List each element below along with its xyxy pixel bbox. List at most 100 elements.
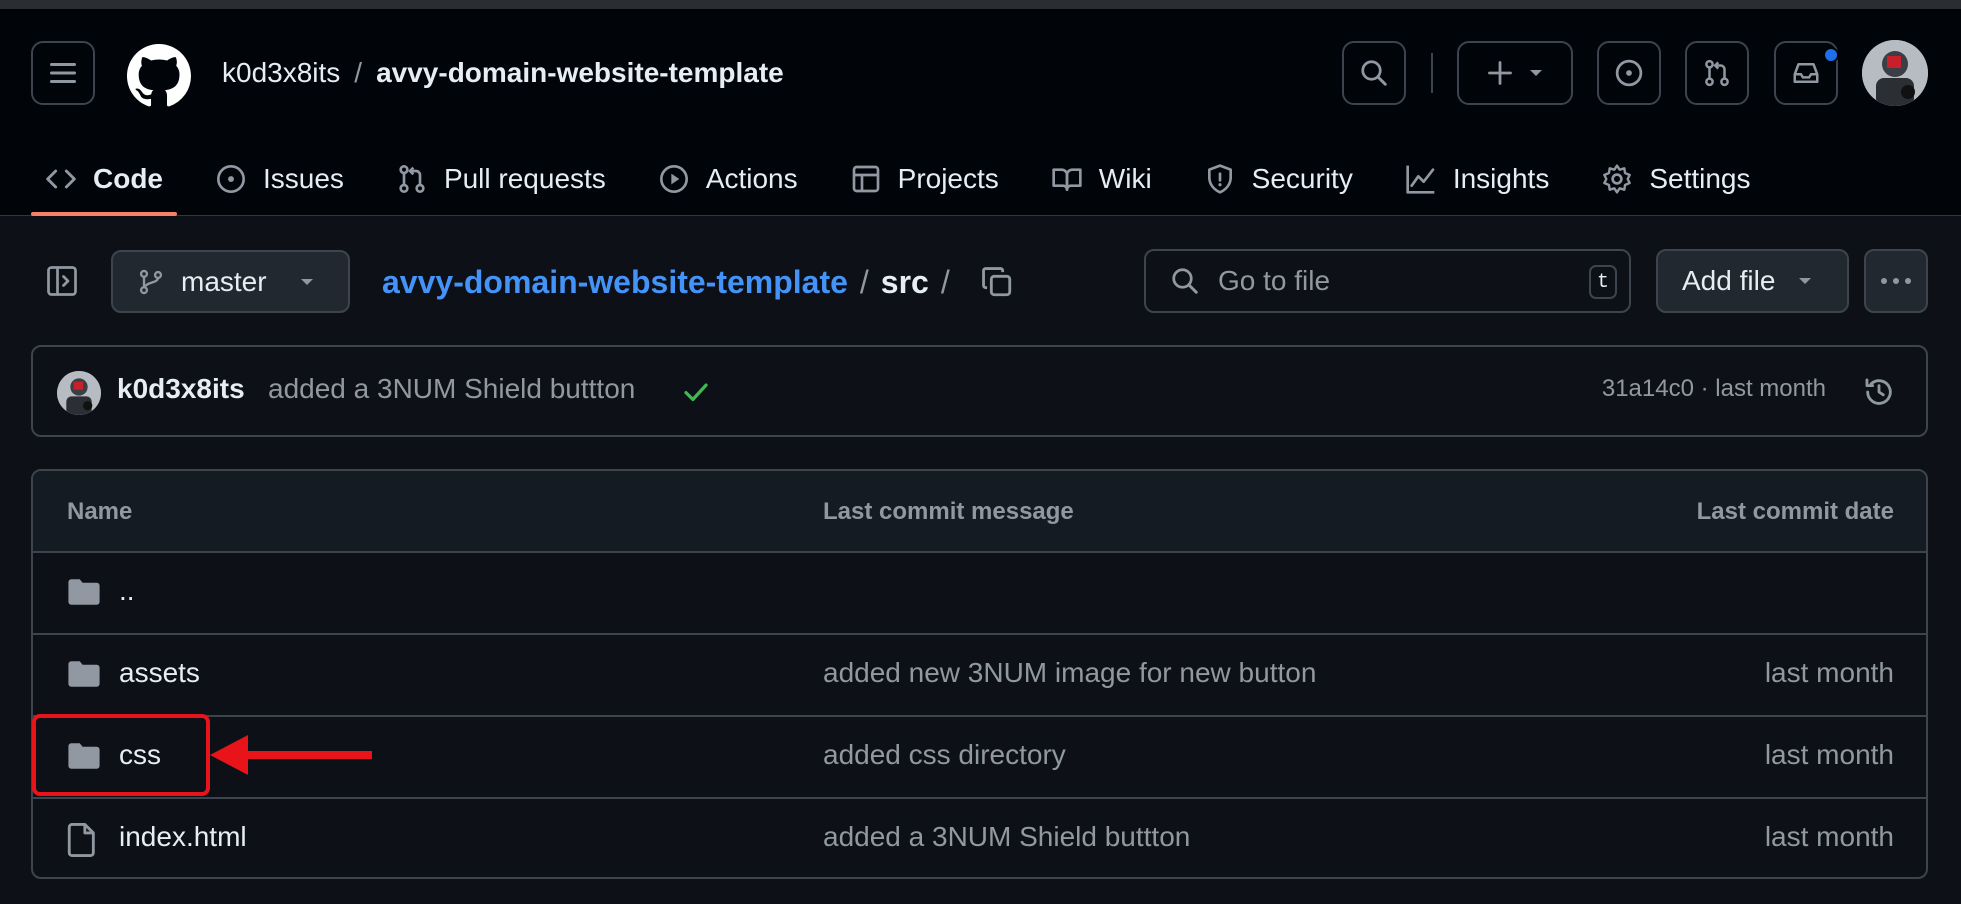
arrow-left-icon <box>210 735 372 775</box>
column-header-name: Name <box>67 498 133 525</box>
kebab-horizontal-icon <box>1881 278 1911 284</box>
toggle-sidebar-button[interactable] <box>44 263 80 299</box>
issue-opened-icon <box>217 165 245 193</box>
breadcrumb-separator: / <box>940 264 950 300</box>
breadcrumb-current-dir: src <box>880 264 929 300</box>
tab-label: Actions <box>705 163 798 194</box>
graph-icon <box>1406 165 1435 194</box>
avatar[interactable] <box>1862 40 1928 106</box>
play-icon <box>659 165 688 193</box>
create-new-button[interactable] <box>1457 41 1573 105</box>
triangle-down-icon <box>1530 70 1542 76</box>
git-pull-request-icon <box>1705 59 1729 87</box>
book-icon <box>1052 168 1082 191</box>
notification-indicator <box>1823 47 1839 63</box>
folder-icon <box>68 579 100 605</box>
add-file-label: Add file <box>1682 265 1776 296</box>
github-logo[interactable] <box>127 44 191 108</box>
issue-opened-icon <box>1615 59 1643 87</box>
go-to-file-search[interactable]: t <box>1144 249 1631 313</box>
issues-button[interactable] <box>1597 41 1661 105</box>
search-icon <box>1172 268 1198 294</box>
commit-author[interactable]: k0d3x8its <box>117 373 245 405</box>
gear-icon <box>1603 164 1632 194</box>
column-header-message: Last commit message <box>823 498 1074 525</box>
triangle-down-icon <box>300 278 313 285</box>
column-header-date: Last commit date <box>1696 498 1894 525</box>
copy-icon[interactable] <box>980 265 1014 299</box>
pull-requests-button[interactable] <box>1685 41 1749 105</box>
more-options-button[interactable] <box>1864 249 1928 313</box>
file-name[interactable]: assets <box>119 657 200 689</box>
file-commit-message[interactable]: added new 3NUM image for new button <box>823 657 1316 689</box>
tab-settings[interactable]: Settings <box>1587 142 1764 216</box>
tab-label: Wiki <box>1098 163 1152 194</box>
window-top-strip <box>0 0 1961 9</box>
tab-wiki[interactable]: Wiki <box>1037 142 1166 216</box>
file-name[interactable]: .. <box>119 575 135 607</box>
tab-security[interactable]: Security <box>1190 142 1367 216</box>
code-icon <box>46 169 76 189</box>
inbox-icon <box>1793 63 1819 83</box>
file-commit-message[interactable]: added css directory <box>823 739 1066 771</box>
tab-label: Pull requests <box>443 163 606 194</box>
file-name[interactable]: index.html <box>119 821 247 853</box>
plus-icon <box>1488 61 1512 85</box>
tab-code[interactable]: Code <box>31 142 177 216</box>
add-file-button[interactable]: Add file <box>1656 249 1849 313</box>
triangle-down-icon <box>1799 278 1812 284</box>
tab-label: Issues <box>263 163 344 194</box>
file-commit-date: last month <box>1764 739 1894 770</box>
file-commit-date: last month <box>1764 657 1894 688</box>
file-commit-message[interactable]: added a 3NUM Shield buttton <box>823 821 1190 853</box>
git-branch-icon <box>139 269 163 294</box>
tab-label: Code <box>93 163 163 194</box>
file-table: Name Last commit message Last commit dat… <box>31 469 1928 879</box>
sidebar-expand-icon <box>47 266 77 296</box>
path-separator: / <box>354 57 363 88</box>
table-row: index.html added a 3NUM Shield buttton l… <box>33 799 1926 877</box>
history-icon[interactable] <box>1862 375 1896 409</box>
check-icon[interactable] <box>681 377 711 407</box>
go-to-file-input[interactable] <box>1218 265 1578 297</box>
repo-tabs: Code Issues Pull requests Actions Projec… <box>31 142 1789 216</box>
tab-label: Insights <box>1452 163 1550 194</box>
repo-link[interactable]: avvy-domain-website-template <box>376 57 784 88</box>
tab-insights[interactable]: Insights <box>1391 142 1564 216</box>
header-divider <box>1431 53 1433 93</box>
tab-actions[interactable]: Actions <box>644 142 812 216</box>
breadcrumb: avvy-domain-website-template / src / <box>382 260 1014 304</box>
tab-projects[interactable]: Projects <box>836 142 1013 216</box>
latest-commit-bar: k0d3x8its added a 3NUM Shield buttton 31… <box>31 345 1928 437</box>
table-row: assets added new 3NUM image for new butt… <box>33 635 1926 717</box>
tab-label: Security <box>1251 163 1353 194</box>
tab-pull-requests[interactable]: Pull requests <box>382 142 620 216</box>
table-icon <box>852 165 879 193</box>
shield-icon <box>1207 164 1232 194</box>
table-header: Name Last commit message Last commit dat… <box>33 471 1926 553</box>
commit-hash-and-date[interactable]: 31a14c0 · last month <box>1602 375 1826 403</box>
git-pull-request-icon <box>399 165 425 193</box>
keyboard-shortcut-hint: t <box>1589 265 1617 299</box>
search-button[interactable] <box>1342 41 1406 105</box>
file-commit-date: last month <box>1764 821 1894 852</box>
commit-author-avatar[interactable] <box>57 371 101 415</box>
tab-issues[interactable]: Issues <box>201 142 358 216</box>
file-icon <box>67 823 95 857</box>
tab-label: Projects <box>897 163 999 194</box>
branch-selector[interactable]: master <box>111 250 350 313</box>
table-row-parent-dir[interactable]: .. <box>33 553 1926 635</box>
breadcrumb-repo-link[interactable]: avvy-domain-website-template <box>382 260 848 304</box>
hamburger-menu-button[interactable] <box>31 41 95 105</box>
global-header: k0d3x8its / avvy-domain-website-template <box>0 9 1961 216</box>
tab-label: Settings <box>1649 163 1751 194</box>
hamburger-icon <box>50 63 76 83</box>
folder-icon <box>68 661 100 687</box>
search-icon <box>1361 60 1387 86</box>
breadcrumb-separator: / <box>859 264 869 300</box>
owner-link[interactable]: k0d3x8its <box>222 57 340 88</box>
commit-message[interactable]: added a 3NUM Shield buttton <box>268 373 635 405</box>
annotation-highlight-box <box>32 714 210 796</box>
branch-name: master <box>181 265 267 297</box>
repo-path: k0d3x8its / avvy-domain-website-template <box>222 53 784 93</box>
